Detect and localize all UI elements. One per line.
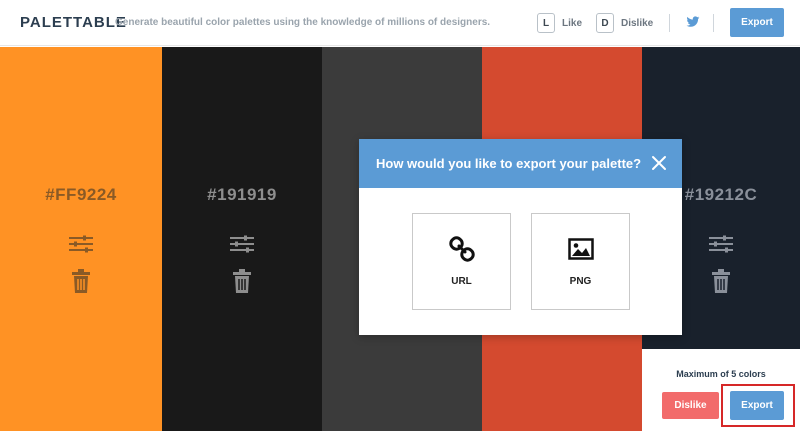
tagline: Generate beautiful color palettes using … [115, 17, 491, 28]
brand-logo[interactable]: PALETTABLE [20, 14, 127, 31]
url-option-label: URL [451, 276, 472, 287]
top-bar: PALETTABLE Generate beautiful color pale… [0, 0, 800, 46]
trash-icon[interactable] [72, 269, 90, 293]
close-icon[interactable] [651, 155, 667, 171]
link-icon [449, 236, 475, 262]
export-modal: How would you like to export your palett… [359, 139, 682, 335]
color-hex-code[interactable]: #FF9224 [0, 185, 162, 205]
color-hex-code[interactable]: #191919 [162, 185, 322, 205]
divider [669, 14, 670, 32]
modal-header: How would you like to export your palett… [359, 139, 682, 188]
like-key-hint: L [537, 13, 555, 33]
color-column[interactable]: #191919 [162, 47, 322, 431]
dislike-key-hint: D [596, 13, 614, 33]
divider [713, 14, 714, 32]
image-icon [568, 238, 594, 260]
png-option-label: PNG [569, 276, 592, 287]
panel-dislike-button[interactable]: Dislike [662, 392, 719, 419]
header-export-button[interactable]: Export [730, 8, 784, 37]
like-button[interactable]: L Like [537, 12, 582, 34]
export-png-option[interactable]: PNG [531, 213, 630, 310]
max-colors-note: Maximum of 5 colors [676, 369, 766, 379]
export-highlight-box [721, 384, 795, 427]
adjust-sliders-icon[interactable] [68, 235, 94, 253]
export-url-option[interactable]: URL [412, 213, 511, 310]
color-column[interactable]: #FF9224 [0, 47, 162, 431]
trash-icon[interactable] [712, 269, 730, 293]
trash-icon[interactable] [233, 269, 251, 293]
dislike-button[interactable]: D Dislike [596, 12, 653, 34]
modal-title: How would you like to export your palett… [376, 156, 642, 171]
adjust-sliders-icon[interactable] [229, 235, 255, 253]
like-label: Like [562, 17, 583, 29]
twitter-icon[interactable] [686, 15, 700, 29]
adjust-sliders-icon[interactable] [708, 235, 734, 253]
dislike-label: Dislike [621, 17, 654, 29]
